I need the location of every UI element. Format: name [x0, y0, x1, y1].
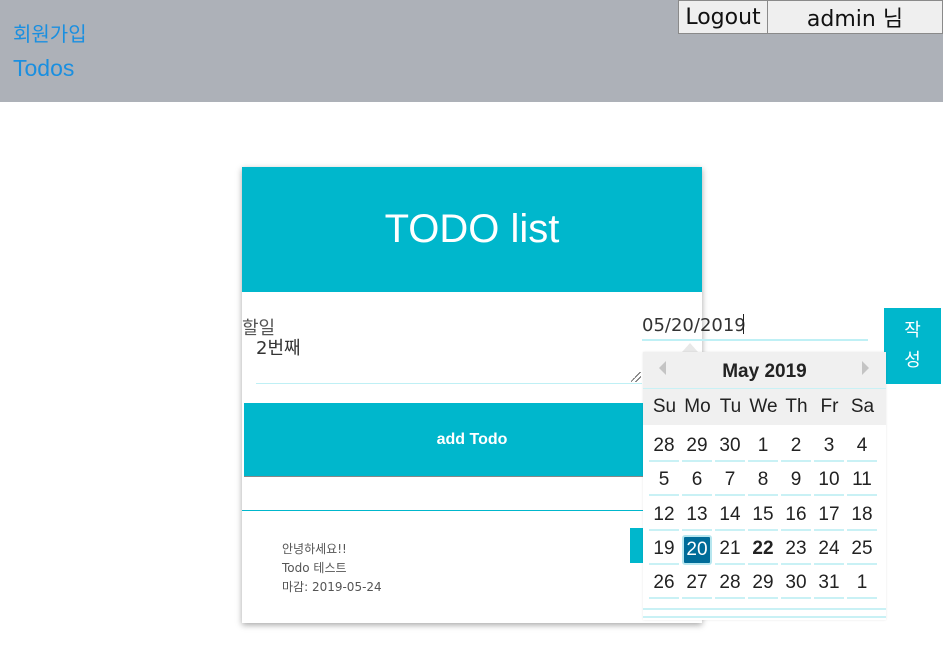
calendar-day[interactable]: 17 — [814, 501, 844, 531]
todo-item-title: 안녕하세요!! — [282, 542, 347, 556]
calendar-day[interactable]: 1 — [847, 569, 877, 599]
weekday-label: Th — [785, 396, 808, 417]
calendar-day[interactable]: 31 — [814, 569, 844, 599]
calendar-day[interactable]: 3 — [814, 432, 844, 462]
weekday-label: We — [749, 396, 778, 417]
calendar-day[interactable]: 22 — [748, 535, 778, 565]
datepicker: May 2019 Su Mo Tu We Th Fr Sa 28 29 30 1 2 3 4 5 6 7 8 9 1… — [643, 352, 886, 620]
calendar-day[interactable]: 5 — [649, 466, 679, 496]
datepicker-footer-line — [643, 608, 886, 610]
calendar-day[interactable]: 2 — [781, 432, 811, 462]
todo-item-action-button[interactable] — [630, 528, 644, 563]
calendar-day[interactable]: 21 — [715, 535, 745, 565]
card-title: TODO list — [242, 167, 702, 292]
datepicker-month-title: May 2019 — [722, 361, 807, 382]
signup-link[interactable]: 회원가입 — [13, 18, 87, 47]
calendar-day[interactable]: 24 — [814, 535, 844, 565]
logout-button[interactable]: Logout — [678, 0, 768, 34]
calendar-day[interactable]: 12 — [649, 501, 679, 531]
datepicker-pointer-icon — [682, 343, 698, 352]
calendar-day[interactable]: 23 — [781, 535, 811, 565]
calendar-day[interactable]: 28 — [649, 432, 679, 462]
calendar-day[interactable]: 15 — [748, 501, 778, 531]
add-todo-button[interactable]: add Todo — [244, 403, 700, 477]
calendar-day[interactable]: 10 — [814, 466, 844, 496]
weekday-label: Mo — [684, 396, 711, 417]
todo-item-body: Todo 테스트 — [282, 561, 347, 575]
todos-link[interactable]: Todos — [13, 55, 74, 82]
calendar-day[interactable]: 1 — [748, 432, 778, 462]
calendar-day[interactable]: 27 — [682, 569, 712, 599]
calendar-day[interactable]: 16 — [781, 501, 811, 531]
calendar-day[interactable]: 30 — [781, 569, 811, 599]
weekday-label: Su — [652, 396, 677, 417]
calendar-day[interactable]: 7 — [715, 466, 745, 496]
divider — [242, 510, 702, 511]
top-navbar: 회원가입 Todos Logout admin 님 — [0, 0, 943, 102]
calendar-day[interactable]: 13 — [682, 501, 712, 531]
calendar-day[interactable]: 8 — [748, 466, 778, 496]
calendar-day[interactable]: 20 — [682, 535, 712, 565]
calendar-day[interactable]: 29 — [682, 432, 712, 462]
calendar-day[interactable]: 26 — [649, 569, 679, 599]
calendar-day[interactable]: 9 — [781, 466, 811, 496]
calendar-day[interactable]: 6 — [682, 466, 712, 496]
datepicker-footer-line — [643, 616, 886, 618]
calendar-day[interactable]: 28 — [715, 569, 745, 599]
weekday-label: Fr — [820, 396, 839, 417]
next-month-icon[interactable] — [862, 361, 869, 375]
weekday-label: Tu — [719, 396, 742, 417]
due-date-input[interactable] — [642, 311, 868, 341]
calendar-day[interactable]: 19 — [649, 535, 679, 565]
write-button-label: 작 성 — [904, 320, 921, 371]
calendar-day[interactable]: 18 — [847, 501, 877, 531]
write-button[interactable]: 작 성 — [884, 308, 941, 384]
todo-textarea[interactable] — [256, 334, 642, 384]
todo-item-deadline: 마감: 2019-05-24 — [282, 580, 382, 594]
calendar-day[interactable]: 29 — [748, 569, 778, 599]
calendar-day[interactable]: 11 — [847, 466, 877, 496]
calendar-day[interactable]: 25 — [847, 535, 877, 565]
textarea-resize-handle[interactable] — [631, 372, 641, 382]
calendar-day[interactable]: 4 — [847, 432, 877, 462]
calendar-day[interactable]: 14 — [715, 501, 745, 531]
weekday-header: Su Mo Tu We Th Fr Sa — [643, 389, 886, 425]
weekday-label: Sa — [850, 396, 875, 417]
user-greeting: admin 님 — [767, 0, 943, 34]
todo-item: 안녕하세요!! Todo 테스트 마감: 2019-05-24 — [282, 540, 382, 597]
text-cursor — [743, 314, 744, 334]
calendar-day[interactable]: 30 — [715, 432, 745, 462]
datepicker-header: May 2019 — [643, 352, 886, 389]
